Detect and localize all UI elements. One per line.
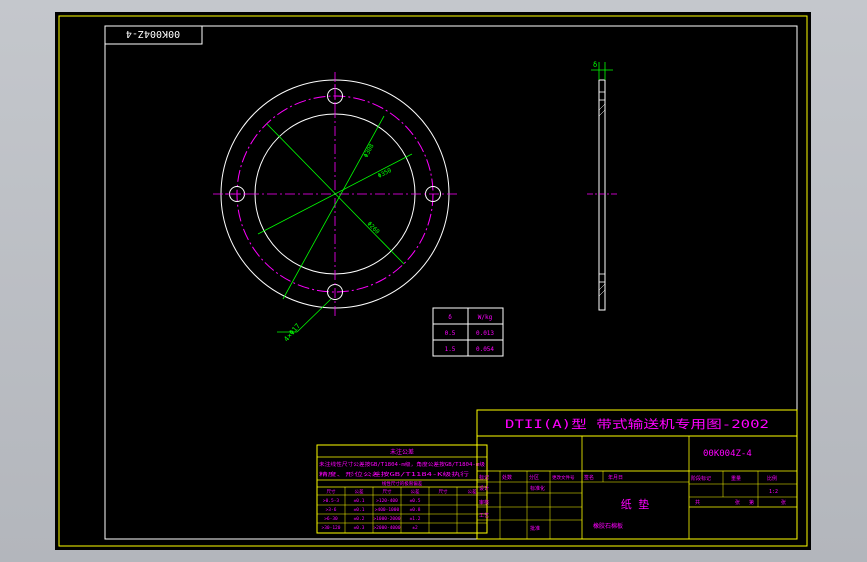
tolerance-title: 未注公差 (390, 448, 414, 456)
hatch-marks (598, 103, 606, 297)
corner-code: 00K004Z-4 (126, 28, 180, 39)
material: 橡胶石棉板 (593, 522, 623, 530)
tolerance-table: 未注公差 未注线性尺寸公差按GB/T1804-m级，角度公差按GB/T1804-… (316, 444, 488, 534)
tb-sheet-label: 张 (735, 499, 740, 506)
dim-outer-diameter: Φ350 (377, 167, 393, 180)
tb-left-label: 工艺 (479, 513, 489, 519)
part-name: 纸 垫 (621, 497, 650, 511)
tolerance-note-2: 精度、形位公差按GB/T1184-K级执行 (319, 471, 469, 478)
tol-header: 尺寸 (383, 488, 392, 495)
tb-right-label: 阶段标记 (691, 475, 711, 482)
weight-header-thickness: δ (448, 314, 452, 321)
tb-row-label: 更改文件号 (552, 474, 575, 481)
drawing-svg: 00K004Z-4 Φ308 Φ350 Φ260 4×Φ17 δ δ W/kg … (58, 15, 808, 547)
tb-left-label: 设计 (479, 485, 489, 492)
tb-sheet-label: 张 (781, 499, 786, 506)
tol-header: 公差 (468, 488, 477, 495)
tol-cell: >400-1000 (375, 507, 400, 513)
tb-right-label: 重量 (731, 475, 741, 482)
weight-cell: 0.5 (445, 330, 456, 337)
tb-row-label: 分区 (529, 474, 539, 481)
weight-table: δ W/kg 0.5 0.013 1.5 0.054 (432, 307, 504, 357)
corner-code-box: 00K004Z-4 (104, 25, 203, 45)
gasket-side-view[interactable]: δ (587, 61, 617, 311)
tb-mid-label: 标准化 (530, 485, 545, 492)
tolerance-note-1: 未注线性尺寸公差按GB/T1804-m级，角度公差按GB/T1804-m级 (319, 461, 485, 468)
weight-header-weight: W/kg (478, 314, 493, 321)
tol-cell: ±1.2 (410, 516, 421, 522)
tol-cell: >0.5-3 (323, 498, 340, 504)
dim-holes: 4×Φ17 (282, 322, 302, 343)
drawing-canvas[interactable]: 00K004Z-4 Φ308 Φ350 Φ260 4×Φ17 δ δ W/kg … (55, 12, 811, 550)
tb-row-label: 处数 (502, 474, 512, 481)
tb-sheet-label: 第 (749, 499, 754, 506)
tol-cell: ±0.5 (410, 498, 421, 504)
tol-header: 尺寸 (327, 488, 336, 495)
dim-inner-diameter: Φ260 (366, 220, 381, 235)
side-dim-label: δ (593, 61, 597, 69)
side-profile (598, 79, 606, 311)
tol-header: 尺寸 (439, 488, 448, 495)
tb-row-label: 年月日 (608, 474, 623, 481)
title-block-title: DTII(A)型 带式输送机专用图-2002 (505, 417, 769, 431)
weight-cell: 1.5 (445, 346, 456, 353)
tb-left-label: 审核 (479, 499, 489, 506)
centerlines (213, 72, 457, 317)
tol-header: 公差 (355, 488, 364, 495)
tb-sheet-label: 共 (695, 499, 700, 506)
tol-cell: >6-30 (324, 516, 338, 522)
tol-cell: ±0.1 (354, 507, 365, 513)
weight-cell: 0.013 (476, 330, 494, 337)
tol-cell: >2000-4000 (373, 525, 400, 531)
tol-cell: >30-120 (322, 525, 341, 531)
tb-row-label: 签名 (584, 474, 594, 481)
scale-value: 1:2 (769, 489, 778, 495)
dim-bolt-circle: Φ308 (363, 143, 376, 159)
tb-right-label: 比例 (767, 475, 777, 482)
tol-cell: ±2 (412, 525, 418, 531)
app-window: 00K004Z-4 Φ308 Φ350 Φ260 4×Φ17 δ δ W/kg … (0, 0, 867, 562)
gasket-front-view[interactable]: Φ308 Φ350 Φ260 4×Φ17 (213, 72, 457, 343)
title-block: DTII(A)型 带式输送机专用图-2002 标记 处数 分区 更改文件号 签名 (476, 409, 798, 540)
tol-cell: ±0.8 (410, 507, 421, 513)
tb-mid-label: 批准 (530, 525, 540, 532)
tol-header: 公差 (411, 488, 420, 495)
tol-cell: ±0.3 (354, 525, 365, 531)
drawing-number: 00K004Z-4 (703, 449, 752, 459)
tol-cell: ±0.2 (354, 516, 365, 522)
tol-cell: >3-6 (326, 507, 337, 513)
tol-cell: ±0.1 (354, 498, 365, 504)
weight-cell: 0.054 (476, 346, 494, 353)
tb-row-label: 标记 (479, 474, 489, 481)
tolerance-subtitle: 线性尺寸的极限偏差 (382, 480, 423, 487)
tol-cell: >120-400 (376, 498, 398, 504)
tol-cell: >1000-2000 (373, 516, 400, 522)
